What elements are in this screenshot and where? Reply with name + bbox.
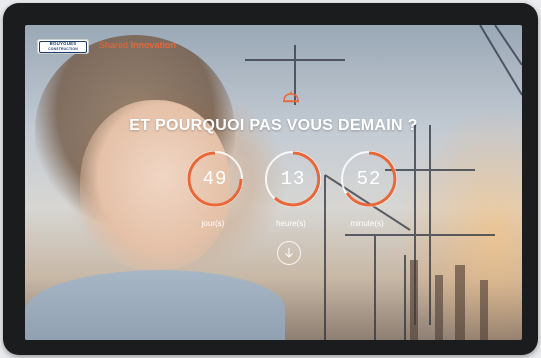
tablet-frame: BOUYGUES CONSTRUCTION Shared Innovation …: [3, 3, 538, 355]
tagline-strong: Innovation: [130, 40, 177, 50]
countdown-days-circle: 49: [187, 151, 243, 207]
days-value: 49: [202, 168, 228, 190]
hours-label: heure(s): [276, 219, 306, 228]
minutes-label: minute(s): [350, 219, 384, 228]
scroll-down-button[interactable]: [277, 241, 301, 265]
page-title: ET POURQUOI PAS VOUS DEMAIN ?: [129, 117, 418, 134]
tagline-prefix: Shared: [99, 40, 131, 50]
minutes-value: 52: [356, 168, 382, 190]
arrow-down-icon: [285, 248, 293, 258]
countdown-minutes-circle: 52: [341, 151, 397, 207]
hard-hat-icon: [283, 91, 299, 103]
logo-line2: CONSTRUCTION: [48, 46, 78, 51]
bouygues-logo[interactable]: BOUYGUES CONSTRUCTION: [37, 39, 89, 54]
days-label: jour(s): [201, 219, 225, 228]
header-tagline: Shared Innovation: [99, 40, 176, 50]
screen: BOUYGUES CONSTRUCTION Shared Innovation …: [25, 25, 522, 340]
hours-value: 13: [280, 168, 306, 190]
countdown-hours-circle: 13: [265, 151, 321, 207]
